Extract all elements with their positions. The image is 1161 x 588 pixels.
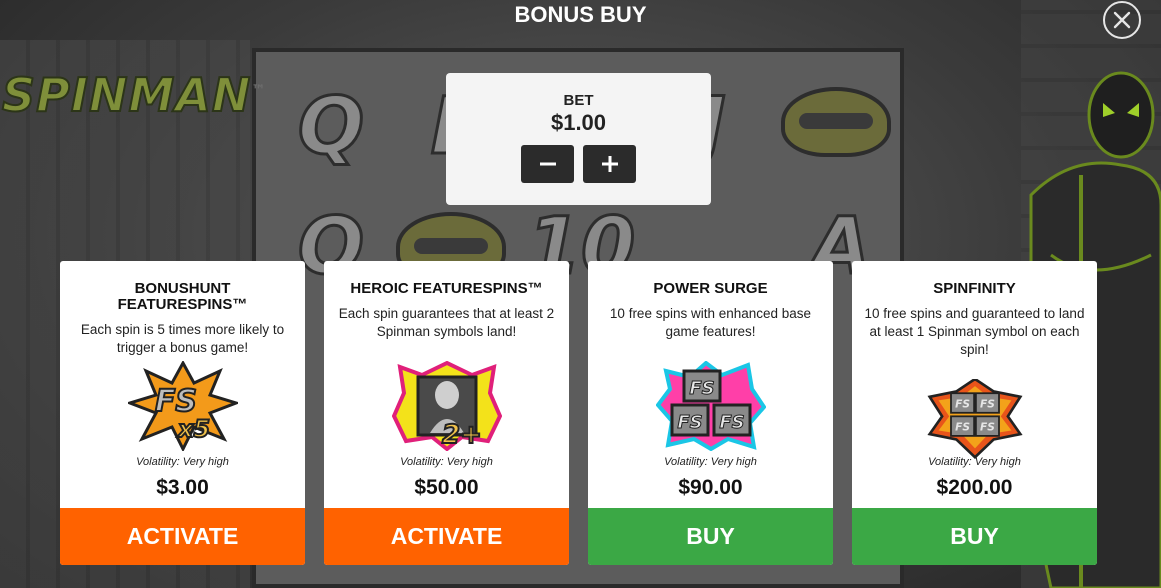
buy-button[interactable]: BUY xyxy=(588,508,833,565)
card-price: $50.00 xyxy=(414,476,479,499)
fs-x5-icon: FS x5 xyxy=(127,361,238,451)
card-description: 10 free spins and guaranteed to land at … xyxy=(864,306,1085,357)
bet-value: $1.00 xyxy=(550,110,607,135)
svg-text:FS: FS xyxy=(677,412,702,433)
bet-panel: BET $1.00 xyxy=(446,73,711,205)
bet-label: BET xyxy=(563,92,594,109)
close-icon xyxy=(1113,11,1131,29)
card-description: Each spin is 5 times more likely to trig… xyxy=(80,322,285,355)
activate-button[interactable]: ACTIVATE xyxy=(60,508,305,565)
spinman-2plus-icon: 2+ xyxy=(391,361,502,451)
close-button[interactable] xyxy=(1103,1,1141,39)
bet-controls xyxy=(446,145,711,183)
card-title: SPINFINITY xyxy=(933,280,1016,297)
svg-text:FS: FS xyxy=(979,397,994,410)
card-volatility: Volatility: Very high xyxy=(928,456,1021,468)
svg-text:FS: FS xyxy=(955,421,970,434)
bonus-card-bonushunt: BONUSHUNT FEATURESPINS™ Each spin is 5 t… xyxy=(60,261,305,565)
page-title: BONUS BUY xyxy=(514,2,647,27)
card-title: POWER SURGE xyxy=(653,280,768,297)
card-description: Each spin guarantees that at least 2 Spi… xyxy=(338,306,555,339)
card-title: BONUSHUNT FEATURESPINS™ xyxy=(117,280,248,313)
bonus-card-heroic: HEROIC FEATURESPINS™ Each spin guarantee… xyxy=(324,261,569,565)
reel-symbol-q: Q xyxy=(296,81,365,174)
minus-icon xyxy=(539,162,556,166)
card-price: $200.00 xyxy=(936,476,1013,499)
card-price: $3.00 xyxy=(156,476,209,499)
card-price: $90.00 xyxy=(678,476,743,499)
fs-triple-icon: FS FS FS xyxy=(655,361,766,451)
reel-symbol-mask xyxy=(781,87,891,157)
svg-text:FS: FS xyxy=(955,397,970,410)
fs-quad-icon: FS FS FS FS xyxy=(926,379,1023,459)
spinman-logo: SPINMAN™ xyxy=(1,67,267,123)
svg-text:FS: FS xyxy=(154,384,196,419)
card-title: HEROIC FEATURESPINS™ xyxy=(350,280,543,297)
activate-button[interactable]: ACTIVATE xyxy=(324,508,569,565)
svg-text:FS: FS xyxy=(979,421,994,434)
svg-text:FS: FS xyxy=(719,412,744,433)
svg-text:2+: 2+ xyxy=(442,420,482,450)
plus-icon xyxy=(601,156,618,172)
bonus-card-spinfinity: SPINFINITY 10 free spins and guaranteed … xyxy=(852,261,1097,565)
decrease-bet-button[interactable] xyxy=(521,145,574,183)
card-description: 10 free spins with enhanced base game fe… xyxy=(609,306,812,339)
svg-text:FS: FS xyxy=(689,378,714,399)
card-volatility: Volatility: Very high xyxy=(136,456,229,468)
bonus-card-power-surge: POWER SURGE 10 free spins with enhanced … xyxy=(588,261,833,565)
card-volatility: Volatility: Very high xyxy=(400,456,493,468)
svg-text:x5: x5 xyxy=(176,415,209,443)
buy-button[interactable]: BUY xyxy=(852,508,1097,565)
increase-bet-button[interactable] xyxy=(583,145,636,183)
card-volatility: Volatility: Very high xyxy=(664,456,757,468)
